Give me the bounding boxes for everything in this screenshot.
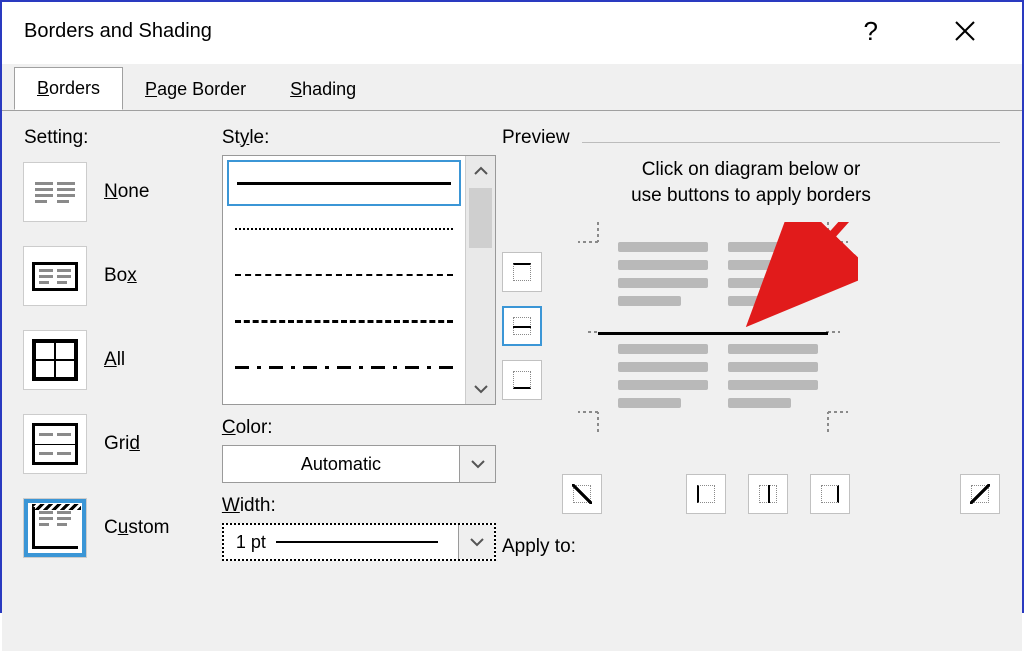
setting-all[interactable]: All xyxy=(24,331,216,389)
width-dropdown-button[interactable] xyxy=(458,525,494,559)
close-icon xyxy=(954,20,976,42)
style-dashed-large[interactable] xyxy=(227,298,461,344)
color-value: Automatic xyxy=(223,454,459,475)
preview-label: Preview xyxy=(502,127,570,149)
setting-grid-icon xyxy=(24,415,86,473)
setting-none-icon xyxy=(24,163,86,221)
preview-hint-line1: Click on diagram below or xyxy=(642,159,861,180)
setting-custom-label: Custom xyxy=(104,517,170,539)
window-title: Borders and Shading xyxy=(24,20,212,43)
tab-borders-label: orders xyxy=(49,78,100,98)
setting-none[interactable]: None xyxy=(24,163,216,221)
border-mid-v-button[interactable] xyxy=(748,474,788,514)
preview-column: Preview Click on diagram below or use bu… xyxy=(502,127,1000,651)
scroll-thumb[interactable] xyxy=(469,188,492,248)
apply-to-label: Apply to: xyxy=(502,536,1000,558)
color-dropdown-button[interactable] xyxy=(459,446,495,482)
chevron-down-icon xyxy=(471,457,485,471)
setting-none-label: None xyxy=(104,181,149,203)
help-button[interactable]: ? xyxy=(856,12,886,50)
tab-page-border-accel: P xyxy=(145,79,157,99)
tab-shading-label: hading xyxy=(302,79,356,99)
border-mid-h-button[interactable] xyxy=(502,306,542,346)
setting-column: Setting: None xyxy=(24,127,216,651)
color-section: Color: Automatic xyxy=(222,417,496,483)
setting-box[interactable]: Box xyxy=(24,247,216,305)
titlebar: Borders and Shading ? xyxy=(2,2,1022,64)
chevron-down-icon xyxy=(474,384,488,394)
tab-page-border-label: age Border xyxy=(157,79,246,99)
setting-all-icon xyxy=(24,331,86,389)
preview-side-buttons xyxy=(502,252,542,400)
setting-box-icon xyxy=(24,247,86,305)
width-value-wrap: 1 pt xyxy=(224,532,458,553)
setting-grid-label: Grid xyxy=(104,433,140,455)
setting-grid[interactable]: Grid xyxy=(24,415,216,473)
tab-shading[interactable]: Shading xyxy=(268,69,378,110)
preview-stage xyxy=(502,222,1000,442)
color-label: Color: xyxy=(222,417,496,439)
border-diag-up-button[interactable] xyxy=(562,474,602,514)
width-dropdown[interactable]: 1 pt xyxy=(222,523,496,561)
border-top-button[interactable] xyxy=(502,252,542,292)
tab-page-border[interactable]: Page Border xyxy=(123,69,268,110)
setting-label: Setting: xyxy=(24,127,216,149)
setting-all-label: All xyxy=(104,349,125,371)
preview-hint-line2: use buttons to apply borders xyxy=(631,185,871,206)
color-dropdown[interactable]: Automatic xyxy=(222,445,496,483)
setting-custom[interactable]: Custom xyxy=(24,499,216,557)
preview-diagram[interactable] xyxy=(558,222,858,442)
border-right-button[interactable] xyxy=(810,474,850,514)
border-bottom-button[interactable] xyxy=(502,360,542,400)
scroll-down-button[interactable] xyxy=(466,374,495,404)
style-label: Style: xyxy=(222,127,496,149)
style-dotted[interactable] xyxy=(227,206,461,252)
setting-custom-icon xyxy=(24,499,86,557)
preview-bottom-buttons xyxy=(562,474,1000,514)
tab-borders[interactable]: Borders xyxy=(14,67,123,110)
border-diag-down-button[interactable] xyxy=(960,474,1000,514)
close-button[interactable] xyxy=(946,14,984,48)
style-dashed-small[interactable] xyxy=(227,252,461,298)
tab-shading-accel: S xyxy=(290,79,302,99)
window-controls: ? xyxy=(856,12,1000,50)
setting-box-label: Box xyxy=(104,265,137,287)
width-preview-line xyxy=(276,541,438,543)
scroll-track[interactable] xyxy=(466,250,495,374)
style-solid[interactable] xyxy=(227,160,461,206)
tab-strip: Borders Page Border Shading xyxy=(2,64,1022,111)
tab-borders-accel: B xyxy=(37,78,49,98)
border-left-button[interactable] xyxy=(686,474,726,514)
style-column: Style: Color: xyxy=(222,127,496,651)
width-label: Width: xyxy=(222,495,496,517)
width-section: Width: 1 pt xyxy=(222,495,496,561)
width-value: 1 pt xyxy=(236,532,266,553)
chevron-down-icon xyxy=(470,535,484,549)
scroll-up-button[interactable] xyxy=(466,156,495,186)
chevron-up-icon xyxy=(474,166,488,176)
dialog-panel: Setting: None xyxy=(2,111,1022,651)
style-listbox[interactable] xyxy=(222,155,496,405)
style-dash-dot[interactable] xyxy=(227,344,461,390)
preview-hint: Click on diagram below or use buttons to… xyxy=(502,157,1000,208)
style-scrollbar[interactable] xyxy=(465,156,495,404)
annotation-arrow xyxy=(558,222,858,442)
